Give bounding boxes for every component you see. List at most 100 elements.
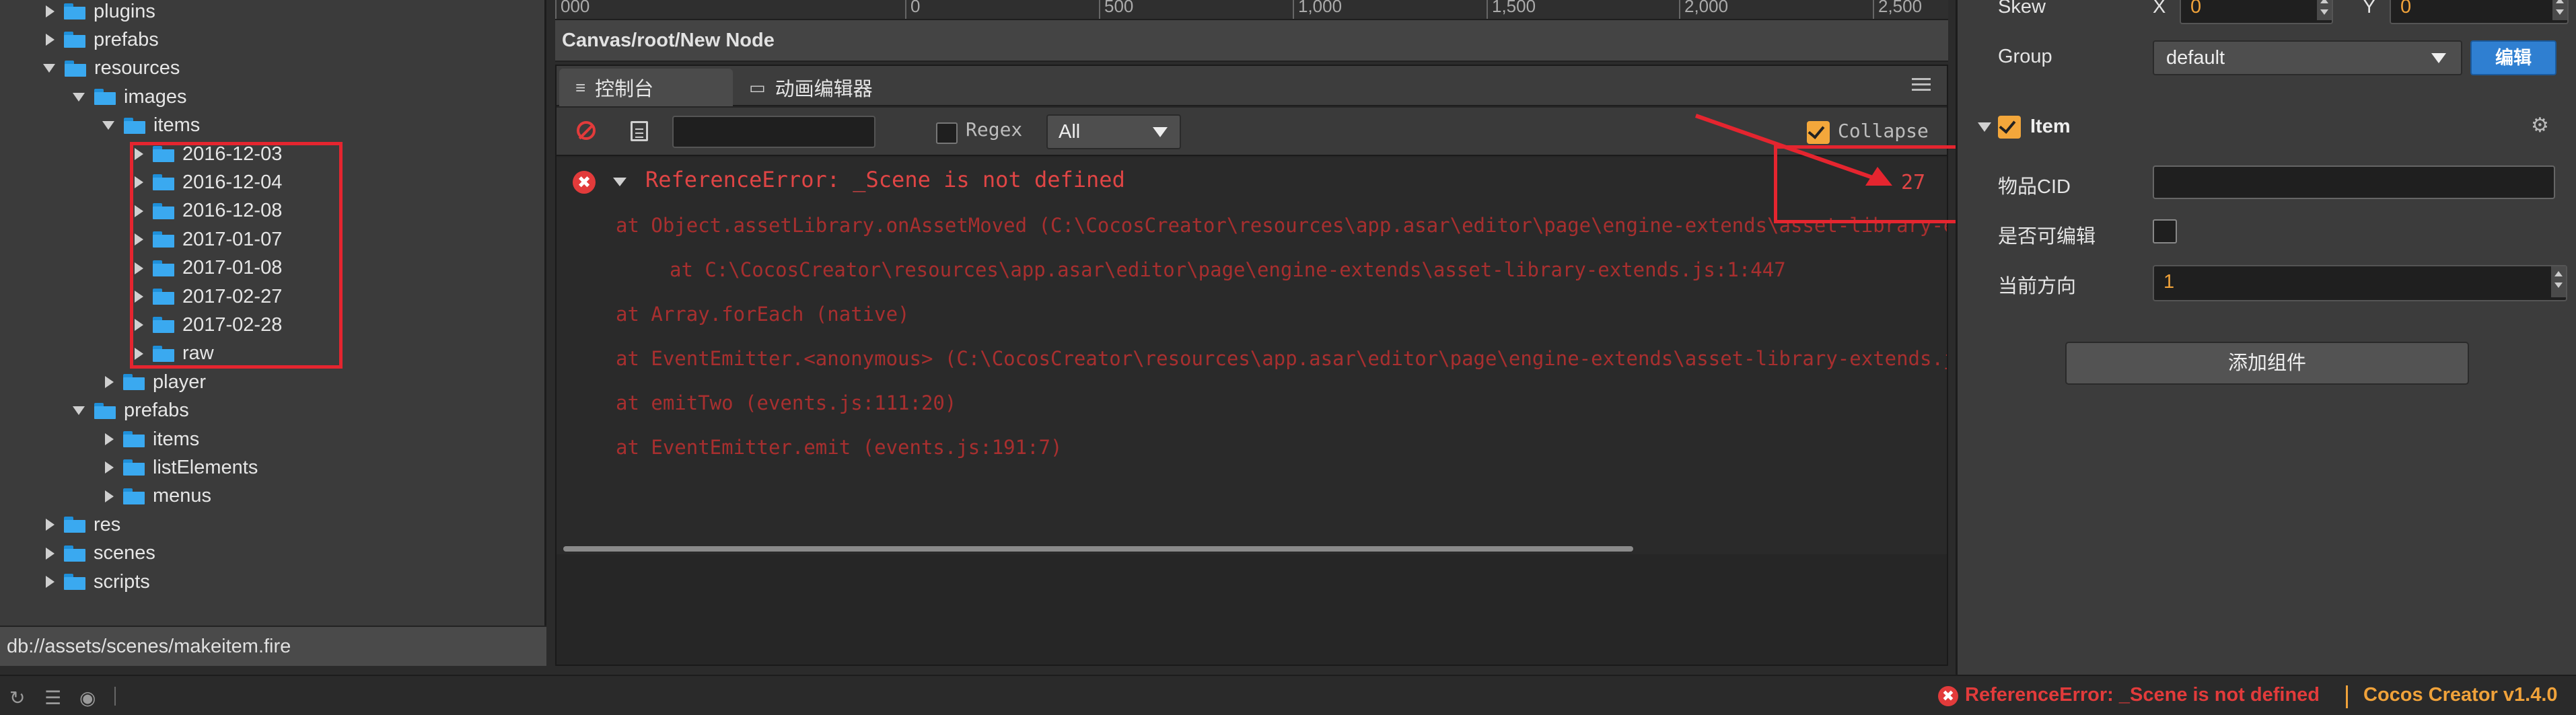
tree-item[interactable]: res xyxy=(0,511,589,539)
tree-item-label: resources xyxy=(94,57,180,79)
tab-label: 动画编辑器 xyxy=(775,79,873,100)
add-component-button[interactable]: 添加组件 xyxy=(2065,342,2469,385)
tree-item-label: plugins xyxy=(94,0,155,22)
ruler-tick-label: 0 xyxy=(905,0,920,19)
status-error-message[interactable]: ReferenceError: _Scene is not defined xyxy=(1965,684,2320,706)
scene-ruler: 000 0 500 1,000 1,500 2,000 2,500 xyxy=(555,0,1948,20)
refresh-icon[interactable]: ↻ xyxy=(9,687,25,709)
annotation-arrow xyxy=(1695,114,1892,186)
chevron-right-icon[interactable] xyxy=(105,490,114,502)
tree-item[interactable]: items xyxy=(0,425,649,453)
chevron-right-icon[interactable] xyxy=(105,461,114,474)
tree-item[interactable]: player xyxy=(0,368,649,396)
tree-item[interactable]: scenes xyxy=(0,539,589,568)
chevron-down-icon xyxy=(1153,127,1168,137)
tree-item[interactable]: menus xyxy=(0,482,649,511)
folder-icon xyxy=(94,89,116,106)
ruler-tick-label: 500 xyxy=(1099,0,1133,19)
regex-checkbox[interactable] xyxy=(936,122,958,144)
stack-trace-line: at emitTwo (events.js:111:20) xyxy=(616,391,957,414)
console-tab-bar: ≡ 控制台 ▭ 动画编辑器 xyxy=(557,66,1947,106)
stack-trace-line: at EventEmitter.emit (events.js:191:7) xyxy=(616,436,1063,459)
tree-item-label: player xyxy=(153,371,206,393)
tab-label: 控制台 xyxy=(595,79,654,100)
tab-animation-editor[interactable]: ▭ 动画编辑器 xyxy=(733,69,951,106)
folder-icon xyxy=(123,431,145,447)
chevron-right-icon[interactable] xyxy=(46,5,55,17)
group-select[interactable]: default xyxy=(2153,40,2462,75)
skew-x-input[interactable]: 0 xyxy=(2180,0,2333,24)
menu-icon[interactable] xyxy=(1912,78,1931,91)
tree-item-label: listElements xyxy=(153,456,258,478)
log-level-select[interactable]: All xyxy=(1046,114,1181,149)
chevron-down-icon[interactable] xyxy=(73,406,85,416)
app-version: Cocos Creator v1.4.0 xyxy=(2363,684,2558,706)
cid-input[interactable] xyxy=(2153,165,2555,199)
folder-icon xyxy=(64,574,85,590)
chevron-down-icon[interactable] xyxy=(43,64,55,73)
component-enabled-checkbox[interactable] xyxy=(1998,116,2021,139)
component-header[interactable]: Item ⚙ xyxy=(1958,108,2576,145)
tree-item[interactable]: scripts xyxy=(0,568,589,596)
folder-icon xyxy=(64,3,85,20)
ruler-tick-label: 1,500 xyxy=(1487,0,1536,19)
component-title: Item xyxy=(2030,116,2071,137)
chevron-right-icon[interactable] xyxy=(46,547,55,560)
divider xyxy=(2346,685,2348,708)
tree-item-label: prefabs xyxy=(124,400,189,422)
gear-icon[interactable]: ⚙ xyxy=(2531,116,2549,136)
collapse-caret-icon[interactable] xyxy=(1978,122,1991,132)
folder-icon xyxy=(123,459,145,476)
folder-icon xyxy=(123,488,145,504)
expand-caret-icon[interactable] xyxy=(613,178,627,186)
tree-item[interactable]: resources xyxy=(0,54,589,83)
eye-slash-icon[interactable]: ◉ xyxy=(79,687,96,709)
properties-panel: Skew X 0 Y 0 Group default 编辑 Item ⚙ 物品C… xyxy=(1956,0,2576,675)
tab-console[interactable]: ≡ 控制台 xyxy=(559,69,733,106)
chevron-down-icon[interactable] xyxy=(102,121,114,130)
spinner-icon[interactable] xyxy=(2317,0,2332,20)
chevron-right-icon[interactable] xyxy=(105,376,114,389)
stack-trace-line: at Array.forEach (native) xyxy=(616,303,910,326)
folder-icon xyxy=(64,545,85,562)
error-icon: ✖ xyxy=(573,171,596,194)
cid-label: 物品CID xyxy=(1998,176,2071,198)
tree-item-label: prefabs xyxy=(94,28,159,50)
skew-y-input[interactable]: 0 xyxy=(2390,0,2569,24)
chevron-right-icon[interactable] xyxy=(46,519,55,531)
scrollbar-thumb[interactable] xyxy=(563,546,1633,552)
direction-value: 1 xyxy=(2163,271,2175,293)
edit-group-button[interactable]: 编辑 xyxy=(2470,40,2556,75)
tree-item[interactable]: listElements xyxy=(0,453,649,482)
asset-path-bar: db://assets/scenes/makeitem.fire xyxy=(0,626,546,666)
spinner-icon[interactable] xyxy=(2551,266,2566,297)
folder-icon xyxy=(123,374,145,391)
clear-console-icon[interactable] xyxy=(577,121,596,140)
chevron-right-icon[interactable] xyxy=(46,576,55,588)
filter-input[interactable] xyxy=(672,116,875,148)
log-level-value: All xyxy=(1059,121,1081,143)
folder-icon xyxy=(124,117,145,134)
error-icon: ✖ xyxy=(1938,686,1958,706)
chevron-right-icon[interactable] xyxy=(105,433,114,445)
database-icon[interactable]: ☰ xyxy=(44,687,61,709)
editable-checkbox[interactable] xyxy=(2153,219,2177,243)
tree-item-label: menus xyxy=(153,485,212,507)
tree-item[interactable]: items xyxy=(0,112,649,140)
tree-item[interactable]: prefabs xyxy=(0,26,589,54)
tree-item[interactable]: prefabs xyxy=(0,397,619,425)
direction-label: 当前方向 xyxy=(1998,276,2077,297)
tree-item-label: images xyxy=(124,85,187,108)
folder-icon xyxy=(94,402,116,419)
tree-item-label: items xyxy=(153,114,201,137)
open-log-file-icon[interactable] xyxy=(631,121,648,141)
chevron-right-icon[interactable] xyxy=(46,34,55,46)
tree-item[interactable]: images xyxy=(0,83,619,111)
console-icon: ≡ xyxy=(575,77,586,98)
animation-editor-icon: ▭ xyxy=(749,77,766,98)
skew-y-label: Y xyxy=(2363,0,2376,17)
spinner-icon[interactable] xyxy=(2552,0,2567,20)
chevron-down-icon[interactable] xyxy=(73,92,85,102)
tree-item[interactable]: plugins xyxy=(0,0,589,26)
direction-input[interactable]: 1 xyxy=(2153,265,2567,301)
